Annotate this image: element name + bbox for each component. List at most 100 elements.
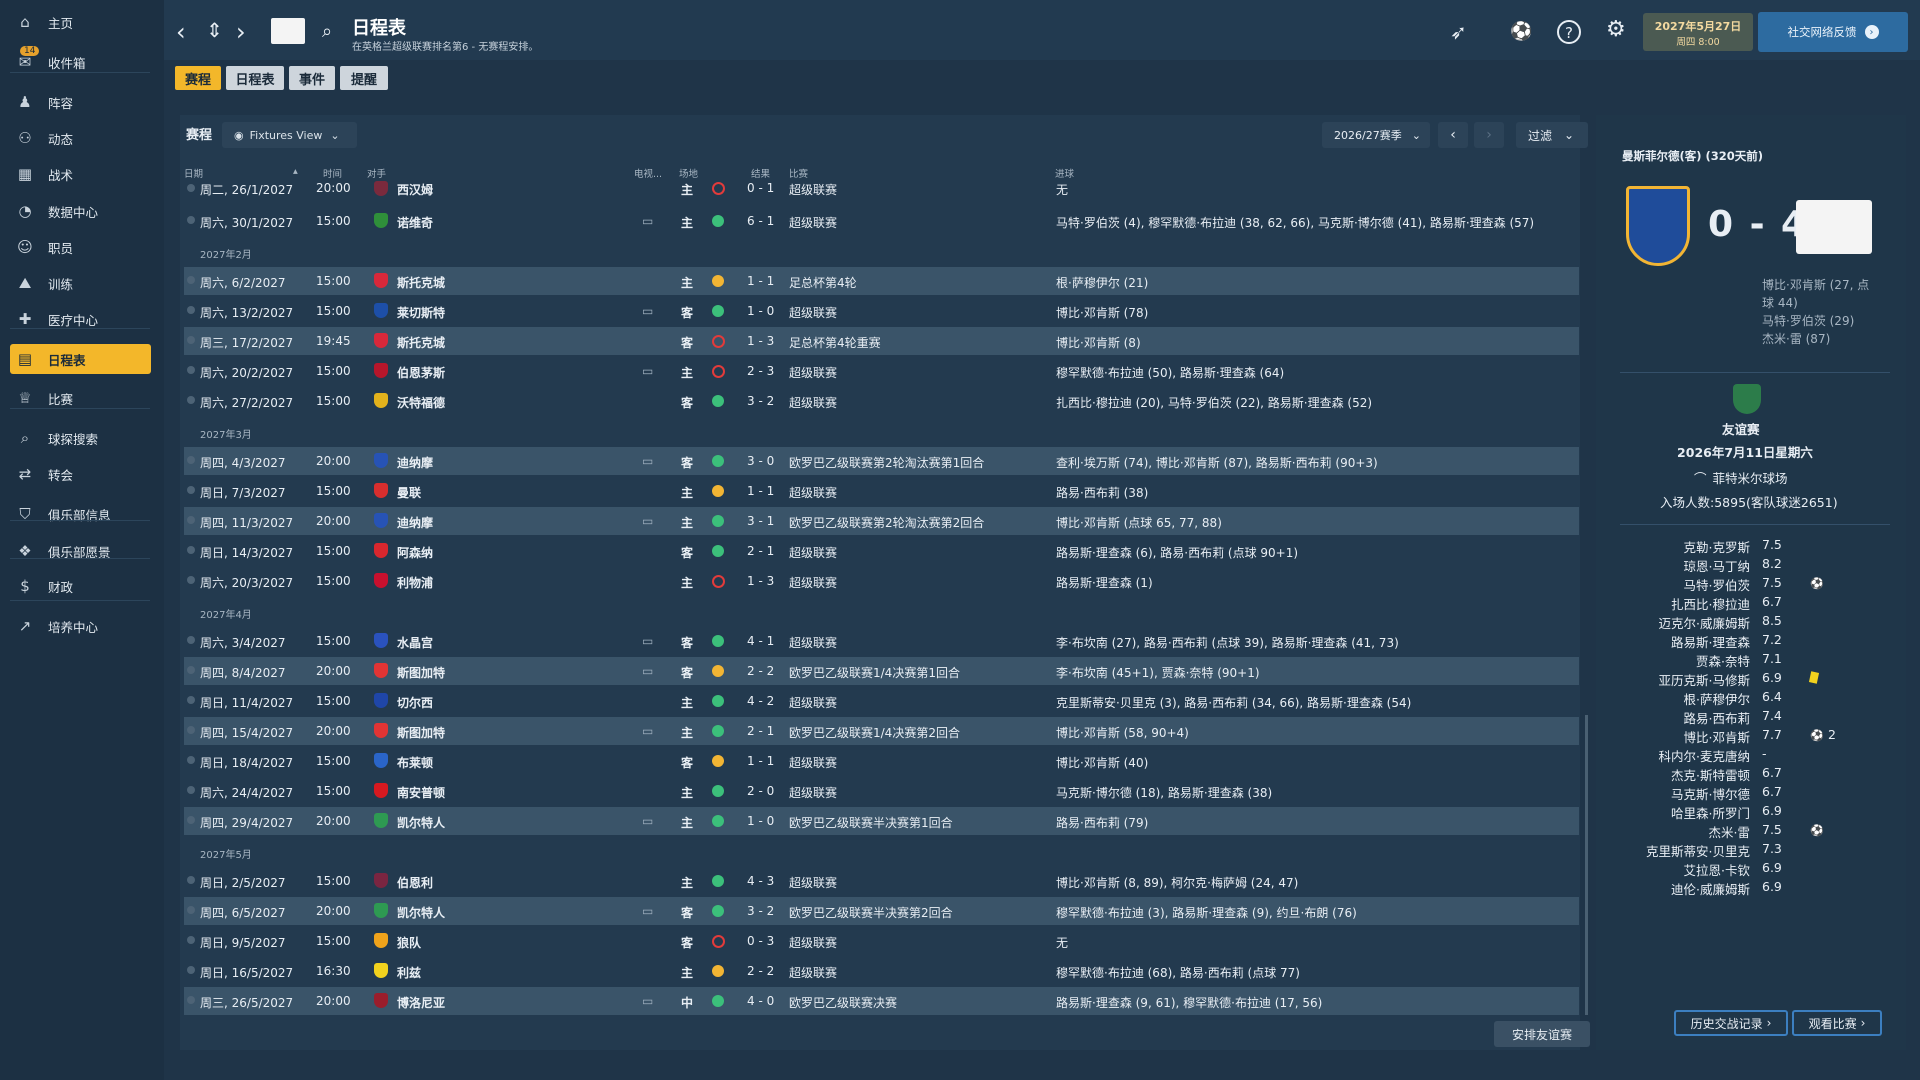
next-season-button[interactable]: › [1474,122,1504,148]
fixture-opponent[interactable]: 利兹 [397,964,421,981]
row-checkbox[interactable] [187,906,195,914]
back-arrow-icon[interactable]: ‹ [176,20,186,44]
row-checkbox[interactable] [187,546,195,554]
fixture-row[interactable]: 周二, 26/1/2027 20:00 西汉姆 主 0 - 1 超级联赛 无 [184,178,1579,200]
sidebar-item-club-vision[interactable]: ❖ 俱乐部愿景 [10,536,151,566]
fixture-opponent[interactable]: 迪纳摩 [397,514,433,531]
fixture-competition[interactable]: 超级联赛 [789,874,837,891]
row-checkbox[interactable] [187,786,195,794]
player-name[interactable]: 杰克·斯特雷顿 [1640,765,1750,784]
player-name[interactable]: 亚历克斯·马修斯 [1640,670,1750,689]
fixture-row[interactable]: 周六, 13/2/2027 15:00 莱切斯特 ▭ 客 1 - 0 超级联赛 博比·邓肯斯 … [184,297,1579,325]
fixture-row[interactable]: 周三, 26/5/2027 20:00 博洛尼亚 ▭ 中 4 - 0 欧罗巴乙级联赛决赛 路易… [184,987,1579,1015]
tab-reminders[interactable]: 提醒 [340,66,388,90]
fixture-opponent[interactable]: 诺维奇 [397,214,433,231]
sidebar-item-medical[interactable]: ✚ 医疗中心 [10,304,151,334]
watch-match-button[interactable]: 观看比赛 › [1792,1010,1882,1036]
player-name[interactable]: 克勒·克罗斯 [1640,537,1750,556]
fixture-competition[interactable]: 超级联赛 [789,964,837,981]
fixture-opponent[interactable]: 伯恩利 [397,874,433,891]
tab-fixtures[interactable]: 赛程 [175,66,221,90]
fixture-opponent[interactable]: 阿森纳 [397,544,433,561]
fixture-competition[interactable]: 欧罗巴乙级联赛1/4决赛第2回合 [789,724,960,741]
sidebar-item-tactics[interactable]: ▦ 战术 [10,159,151,189]
player-name[interactable]: 贾森·奈特 [1640,651,1750,670]
fixture-opponent[interactable]: 伯恩茅斯 [397,364,445,381]
row-checkbox[interactable] [187,936,195,944]
fixture-opponent[interactable]: 莱切斯特 [397,304,445,321]
fixture-competition[interactable]: 足总杯第4轮重赛 [789,334,881,351]
sidebar-item-calendar[interactable]: ▤ 日程表 [10,344,151,374]
fixture-row[interactable]: 周六, 30/1/2027 15:00 诺维奇 ▭ 主 6 - 1 超级联赛 马特·罗伯茨 (… [184,207,1579,235]
fixture-row[interactable]: 周六, 24/4/2027 15:00 南安普顿 主 2 - 0 超级联赛 马克斯·博尔德 … [184,777,1579,805]
row-checkbox[interactable] [187,966,195,974]
fixture-opponent[interactable]: 西汉姆 [397,181,433,198]
sidebar-item-finance[interactable]: $ 财政 [10,571,151,601]
player-name[interactable]: 路易斯·理查森 [1640,632,1750,651]
fixture-row[interactable]: 周日, 14/3/2027 15:00 阿森纳 客 2 - 1 超级联赛 路易斯·理查森 (… [184,537,1579,565]
fixture-row[interactable]: 周四, 29/4/2027 20:00 凯尔特人 ▭ 主 1 - 0 欧罗巴乙级联赛半决赛第… [184,807,1579,835]
row-checkbox[interactable] [187,756,195,764]
fixture-competition[interactable]: 欧罗巴乙级联赛第2轮淘汰赛第1回合 [789,454,984,471]
row-checkbox[interactable] [187,396,195,404]
rocket-icon[interactable]: ➶ [1450,20,1467,44]
fixture-competition[interactable]: 足总杯第4轮 [789,274,857,291]
player-name[interactable]: 路易·西布莉 [1640,708,1750,727]
fixture-competition[interactable]: 超级联赛 [789,304,837,321]
fixture-opponent[interactable]: 沃特福德 [397,394,445,411]
fixture-opponent[interactable]: 凯尔特人 [397,814,445,831]
player-name[interactable]: 根·萨穆伊尔 [1640,689,1750,708]
history-button[interactable]: 历史交战记录 › [1674,1010,1788,1036]
row-checkbox[interactable] [187,336,195,344]
row-checkbox[interactable] [187,666,195,674]
prev-season-button[interactable]: ‹ [1438,122,1468,148]
fixture-row[interactable]: 周六, 3/4/2027 15:00 水晶宫 ▭ 客 4 - 1 超级联赛 李·布坎南 (27… [184,627,1579,655]
row-checkbox[interactable] [187,816,195,824]
season-dropdown[interactable]: 2026/27赛季 ⌄ [1322,122,1430,148]
search-icon[interactable]: ⌕ [322,20,332,44]
row-checkbox[interactable] [187,576,195,584]
fixture-row[interactable]: 周三, 17/2/2027 19:45 斯托克城 客 1 - 3 足总杯第4轮重赛 博比·邓… [184,327,1579,355]
fixture-opponent[interactable]: 利物浦 [397,574,433,591]
player-name[interactable]: 迈克尔·威廉姆斯 [1640,613,1750,632]
player-name[interactable]: 克里斯蒂安·贝里克 [1640,841,1750,860]
fixture-competition[interactable]: 超级联赛 [789,934,837,951]
arrange-friendly-button[interactable]: 安排友谊赛 [1494,1021,1590,1047]
fixture-opponent[interactable]: 斯图加特 [397,664,445,681]
player-name[interactable]: 马特·罗伯茨 [1640,575,1750,594]
row-checkbox[interactable] [187,456,195,464]
fixture-row[interactable]: 周六, 6/2/2027 15:00 斯托克城 主 1 - 1 足总杯第4轮 根·萨穆伊尔 … [184,267,1579,295]
fixture-opponent[interactable]: 博洛尼亚 [397,994,445,1011]
row-checkbox[interactable] [187,996,195,1004]
up-down-icon[interactable]: ⇕ [206,18,223,42]
fixture-competition[interactable]: 欧罗巴乙级联赛决赛 [789,994,897,1011]
tab-schedule[interactable]: 日程表 [226,66,284,90]
row-checkbox[interactable] [187,636,195,644]
fixture-row[interactable]: 周六, 27/2/2027 15:00 沃特福德 客 3 - 2 超级联赛 扎西比·穆拉迪 … [184,387,1579,415]
fixture-competition[interactable]: 超级联赛 [789,394,837,411]
fixture-row[interactable]: 周四, 15/4/2027 20:00 斯图加特 ▭ 主 2 - 1 欧罗巴乙级联赛1/4决… [184,717,1579,745]
club-crest-icon[interactable] [271,18,305,44]
fixture-competition[interactable]: 超级联赛 [789,694,837,711]
row-checkbox[interactable] [187,306,195,314]
filter-dropdown[interactable]: 过滤 ⌄ [1516,122,1588,148]
fixture-row[interactable]: 周日, 9/5/2027 15:00 狼队 客 0 - 3 超级联赛 无 [184,927,1579,955]
scrollbar[interactable] [1585,715,1588,1015]
row-checkbox[interactable] [187,184,195,192]
player-name[interactable]: 科内尔·麦克唐纳 [1640,746,1750,765]
social-feedback-button[interactable]: 社交网络反馈 › [1758,12,1908,52]
player-name[interactable]: 哈里森·所罗门 [1640,803,1750,822]
row-checkbox[interactable] [187,216,195,224]
fixture-opponent[interactable]: 凯尔特人 [397,904,445,921]
fixture-row[interactable]: 周四, 6/5/2027 20:00 凯尔特人 ▭ 客 3 - 2 欧罗巴乙级联赛半决赛第2… [184,897,1579,925]
date-display[interactable]: 2027年5月27日 周四 8:00 [1643,13,1753,51]
fixture-row[interactable]: 周日, 7/3/2027 15:00 曼联 主 1 - 1 超级联赛 路易·西布莉 (38) [184,477,1579,505]
fixture-competition[interactable]: 欧罗巴乙级联赛1/4决赛第1回合 [789,664,960,681]
row-checkbox[interactable] [187,696,195,704]
fixture-row[interactable]: 周六, 20/3/2027 15:00 利物浦 主 1 - 3 超级联赛 路易斯·理查森 (… [184,567,1579,595]
fixture-competition[interactable]: 超级联赛 [789,544,837,561]
gear-icon[interactable]: ⚙ [1606,18,1626,42]
player-name[interactable]: 马克斯·博尔德 [1640,784,1750,803]
fixture-competition[interactable]: 超级联赛 [789,484,837,501]
fixture-row[interactable]: 周日, 2/5/2027 15:00 伯恩利 主 4 - 3 超级联赛 博比·邓肯斯 (8,… [184,867,1579,895]
